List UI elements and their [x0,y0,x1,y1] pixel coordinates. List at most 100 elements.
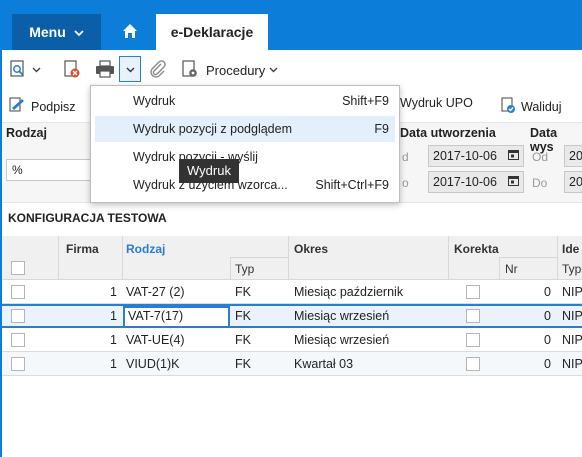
table-row[interactable]: 1 VIUD(1)K FK Kwartał 03 0 NIP [2,352,582,376]
calendar-icon[interactable] [508,175,519,189]
cell-firma: 1 [110,357,117,371]
rodzaj-filter-label: Rodzaj [6,126,47,140]
divider [58,236,59,280]
table-row[interactable]: 1 VAT-27 (2) FK Miesiąc październik 0 NI… [2,280,582,304]
menu-item-label: Wydruk [133,94,176,108]
table-row[interactable]: 1 VAT-UE(4) FK Miesiąc wrzesień 0 NIP [2,328,582,352]
print-upo-button[interactable]: Wydruk UPO [400,96,473,110]
divider [499,257,557,258]
column-identyfikator[interactable]: Ide [562,242,579,256]
row-checkbox[interactable] [11,333,25,347]
tab-label: e-Deklaracje [170,24,254,40]
menu-button[interactable]: Menu [12,14,101,50]
created-from-label: d [402,150,409,164]
print-dropdown-button[interactable] [119,56,141,82]
procedures-label: Procedury [206,62,266,78]
home-button[interactable] [110,14,150,50]
chevron-down-icon [74,24,84,40]
created-from-date[interactable]: 2017-10-06 [428,145,524,167]
sent-from-date[interactable]: 20 [564,145,582,167]
cell-rodzaj: VAT-7(17) [128,309,184,323]
sent-to-label: Do [532,176,548,190]
menu-item-wydruk-wyslij[interactable]: Wydruk pozycji - wyślij [95,144,395,170]
print-button[interactable] [94,59,116,81]
menu-item-wydruk[interactable]: Wydruk Shift+F9 [95,88,395,114]
validate-icon [499,96,517,117]
column-okres[interactable]: Okres [294,242,328,256]
column-firma[interactable]: Firma [66,242,99,256]
date-value: 20 [569,149,582,163]
menu-item-shortcut: F9 [374,122,389,136]
home-icon [122,23,138,42]
cell-rodzaj: VAT-27 (2) [126,285,185,299]
row-checkbox[interactable] [11,309,25,323]
divider [230,257,288,258]
column-typ-id[interactable]: Typ [562,262,581,276]
cell-nr: 0 [544,285,551,299]
table-row-selected[interactable]: 1 VAT-7(17) FK Miesiąc wrzesień 0 NIP [2,304,582,328]
printer-icon [94,59,116,82]
korekta-checkbox[interactable] [466,357,480,371]
cell-okres: Kwartał 03 [294,357,354,371]
sign-button[interactable]: Podpisz [8,96,75,117]
procedures-button[interactable]: Procedury [180,59,278,81]
created-to-date[interactable]: 2017-10-06 [428,171,524,193]
cell-typ: FK [235,333,251,347]
validate-label: Waliduj [521,99,562,114]
signature-icon [8,96,26,117]
cell-typ: FK [235,309,251,323]
menu-item-label: Wydruk pozycji z podglądem [133,122,292,136]
column-nr[interactable]: Nr [505,262,518,276]
chevron-down-icon[interactable] [32,65,41,76]
cell-firma: 1 [110,285,117,299]
cell-firma: 1 [110,309,117,323]
cell-rodzaj: VAT-UE(4) [126,333,185,347]
divider [230,258,231,280]
page-delete-icon [62,59,82,82]
korekta-checkbox[interactable] [466,309,480,323]
grid-header: Firma Rodzaj Typ Okres Korekta Nr Ide Ty… [2,236,582,280]
attachment-button[interactable] [148,59,168,81]
korekta-checkbox[interactable] [466,333,480,347]
upo-label: Wydruk UPO [400,96,473,110]
paperclip-icon [148,59,168,82]
divider [448,236,449,280]
divider [557,236,558,280]
cell-typ: FK [235,357,251,371]
delete-button[interactable] [62,59,82,81]
cell-firma: 1 [110,333,117,347]
calendar-icon[interactable] [508,149,519,163]
chevron-down-icon [269,65,278,76]
tab-e-deklaracje[interactable]: e-Deklaracje [156,14,268,50]
date-value: 2017-10-06 [433,149,497,163]
korekta-checkbox[interactable] [466,285,480,299]
cell-rodzaj: VIUD(1)K [126,357,180,371]
tooltip: Wydruk [179,159,239,183]
sent-to-date[interactable]: 20 [564,171,582,193]
cell-typ: FK [235,285,251,299]
cell-identyfikator: NIP [562,309,582,323]
column-korekta[interactable]: Korekta [454,242,499,256]
cell-identyfikator: NIP [562,357,582,371]
column-rodzaj[interactable]: Rodzaj [126,242,165,256]
preview-button[interactable] [8,59,41,81]
page-search-icon [8,59,28,82]
menu-item-shortcut: Shift+Ctrl+F9 [315,178,389,192]
menu-item-wydruk-z-podgladem[interactable]: Wydruk pozycji z podglądem F9 [95,116,395,142]
cell-identyfikator: NIP [562,333,582,347]
validate-button[interactable]: Waliduj [499,96,562,117]
cell-identyfikator: NIP [562,285,582,299]
section-title: KONFIGURACJA TESTOWA [2,202,582,232]
cell-okres: Miesiąc wrzesień [294,309,390,323]
rodzaj-filter-input[interactable]: % [6,159,96,181]
declarations-grid: Firma Rodzaj Typ Okres Korekta Nr Ide Ty… [2,236,582,376]
select-all-checkbox[interactable] [11,261,25,275]
row-checkbox[interactable] [11,285,25,299]
cell-nr: 0 [544,333,551,347]
cell-nr: 0 [544,309,551,323]
menu-item-shortcut: Shift+F9 [342,94,389,108]
chevron-down-icon [126,62,135,76]
menu-item-wydruk-wzorzec[interactable]: Wydruk z użyciem wzorca... Shift+Ctrl+F9 [95,172,395,198]
column-typ[interactable]: Typ [235,262,254,276]
row-checkbox[interactable] [11,357,25,371]
